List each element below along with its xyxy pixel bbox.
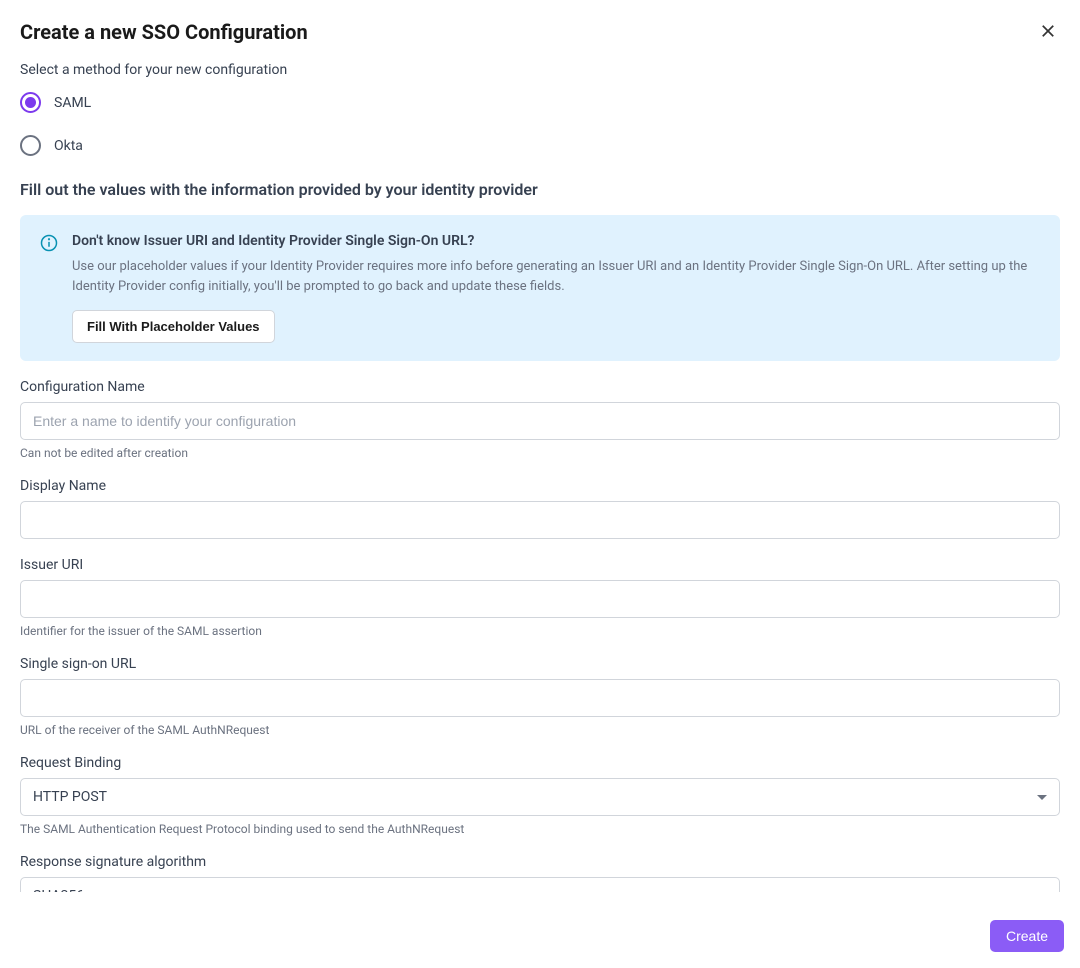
- request-binding-select[interactable]: HTTP POST: [20, 778, 1060, 816]
- radio-label-okta: Okta: [54, 138, 83, 154]
- fill-placeholder-button[interactable]: Fill With Placeholder Values: [72, 310, 275, 343]
- info-title: Don't know Issuer URI and Identity Provi…: [72, 233, 1040, 249]
- display-name-label: Display Name: [20, 478, 1060, 494]
- radio-label-saml: SAML: [54, 95, 91, 111]
- issuer-uri-hint: Identifier for the issuer of the SAML as…: [20, 624, 1060, 638]
- radio-icon-checked: [20, 92, 41, 113]
- config-name-hint: Can not be edited after creation: [20, 446, 1060, 460]
- sso-url-input[interactable]: [20, 679, 1060, 717]
- chevron-down-icon: [1037, 888, 1047, 892]
- create-button[interactable]: Create: [990, 920, 1064, 952]
- sso-url-hint: URL of the receiver of the SAML AuthNReq…: [20, 723, 1060, 737]
- close-icon: [1039, 22, 1057, 43]
- request-binding-label: Request Binding: [20, 755, 1060, 771]
- section-heading: Fill out the values with the information…: [20, 180, 1060, 199]
- info-description: Use our placeholder values if your Ident…: [72, 257, 1040, 296]
- radio-option-saml[interactable]: SAML: [20, 92, 1060, 113]
- issuer-uri-label: Issuer URI: [20, 557, 1060, 573]
- radio-icon-unchecked: [20, 135, 41, 156]
- config-name-label: Configuration Name: [20, 379, 1060, 395]
- response-sig-alg-value: SHA256: [33, 888, 84, 892]
- info-icon: [40, 234, 58, 252]
- request-binding-value: HTTP POST: [33, 789, 107, 805]
- close-button[interactable]: [1036, 20, 1060, 44]
- method-subtitle: Select a method for your new configurati…: [20, 62, 1060, 78]
- config-name-input[interactable]: [20, 402, 1060, 440]
- sso-url-label: Single sign-on URL: [20, 656, 1060, 672]
- issuer-uri-input[interactable]: [20, 580, 1060, 618]
- radio-option-okta[interactable]: Okta: [20, 135, 1060, 156]
- chevron-down-icon: [1037, 789, 1047, 805]
- placeholder-info-box: Don't know Issuer URI and Identity Provi…: [20, 215, 1060, 361]
- response-sig-alg-label: Response signature algorithm: [20, 854, 1060, 870]
- response-sig-alg-select[interactable]: SHA256: [20, 877, 1060, 892]
- request-binding-hint: The SAML Authentication Request Protocol…: [20, 822, 1060, 836]
- modal-title: Create a new SSO Configuration: [20, 20, 308, 44]
- display-name-input[interactable]: [20, 501, 1060, 539]
- method-radio-group: SAML Okta: [20, 92, 1060, 156]
